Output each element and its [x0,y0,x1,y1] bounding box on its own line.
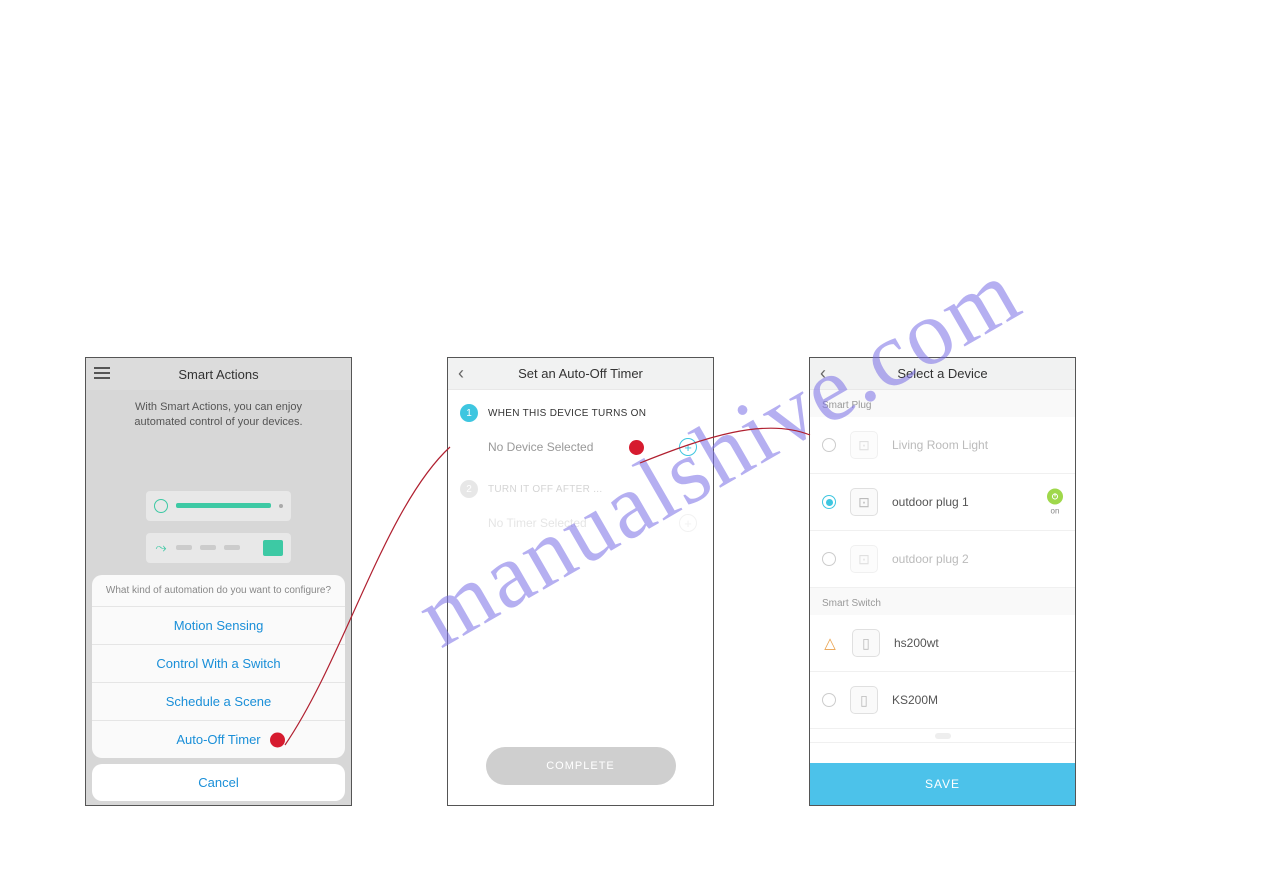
device-row-hs200wt[interactable]: △ ▯ hs200wt [810,615,1075,672]
device-row-outdoor-plug-1[interactable]: ⊡ outdoor plug 1 on [810,474,1075,531]
back-icon[interactable]: ‹ [458,363,464,384]
no-timer-text: No Timer Selected [488,516,587,530]
add-icon: + [679,514,697,532]
section-smart-plug: Smart Plug [810,390,1075,417]
menu-icon[interactable] [94,367,110,379]
option-schedule-scene[interactable]: Schedule a Scene [92,683,345,721]
illustration-bar [224,545,240,550]
illustration-block [263,540,283,556]
screen-select-device: ‹ Select a Device Smart Plug ⊡ Living Ro… [809,357,1076,806]
motion-icon: ⤳ [154,541,168,555]
radio-unchecked[interactable] [822,552,836,566]
header-bar: ‹ Set an Auto-Off Timer [448,358,713,390]
step-2: 2 TURN IT OFF AFTER ... No Timer Selecte… [448,466,713,542]
highlight-dot [629,440,644,455]
device-row-ks200m[interactable]: ▯ KS200M [810,672,1075,729]
timer-selector-row: No Timer Selected + [488,508,701,542]
plug-icon: ⊡ [850,431,878,459]
bulb-icon [154,499,168,513]
power-icon [1047,489,1063,505]
option-motion-sensing[interactable]: Motion Sensing [92,607,345,645]
save-button[interactable]: SAVE [810,763,1075,805]
step-number-badge: 2 [460,480,478,498]
illustration-dot [279,504,283,508]
sheet-prompt: What kind of automation do you want to c… [92,575,345,607]
status-label: on [1047,507,1063,516]
device-row-living-room-light[interactable]: ⊡ Living Room Light [810,417,1075,474]
option-auto-off-timer[interactable]: Auto-Off Timer [92,721,345,758]
page-title: Select a Device [897,366,987,381]
header-bar: ‹ Select a Device [810,358,1075,390]
radio-unchecked[interactable] [822,693,836,707]
device-name: outdoor plug 1 [892,495,969,509]
plug-icon: ⊡ [850,545,878,573]
add-icon[interactable]: + [679,438,697,456]
status-on-indicator: on [1047,489,1063,516]
header-bar: Smart Actions [86,358,351,390]
section-smart-switch: Smart Switch [810,588,1075,615]
device-name: KS200M [892,693,938,707]
radio-unchecked[interactable] [822,438,836,452]
back-icon[interactable]: ‹ [820,363,826,384]
switch-icon: ▯ [850,686,878,714]
device-name: hs200wt [894,636,939,650]
device-name: Living Room Light [892,438,988,452]
step-label: WHEN THIS DEVICE TURNS ON [488,408,646,419]
page-title: Smart Actions [178,367,258,382]
complete-button[interactable]: COMPLETE [486,747,676,785]
device-row-partial [810,729,1075,743]
radio-checked[interactable] [822,495,836,509]
switch-icon [935,733,951,739]
option-label: Auto-Off Timer [176,732,260,747]
illustration: ⤳ [146,491,291,563]
no-device-text: No Device Selected [488,440,593,454]
switch-icon: ▯ [852,629,880,657]
page-title: Set an Auto-Off Timer [518,366,643,381]
device-selector-row[interactable]: No Device Selected + [488,432,701,466]
warning-icon: △ [822,635,838,651]
plug-icon: ⊡ [850,488,878,516]
action-sheet: What kind of automation do you want to c… [86,569,351,805]
screen-smart-actions: Smart Actions With Smart Actions, you ca… [85,357,352,806]
page-subtitle: With Smart Actions, you can enjoy automa… [86,390,351,431]
step-number-badge: 1 [460,404,478,422]
cancel-button[interactable]: Cancel [92,764,345,801]
step-label: TURN IT OFF AFTER ... [488,484,602,495]
option-control-with-switch[interactable]: Control With a Switch [92,645,345,683]
illustration-bar [176,545,192,550]
screen-auto-off-timer: ‹ Set an Auto-Off Timer 1 WHEN THIS DEVI… [447,357,714,806]
highlight-dot [270,732,285,747]
illustration-bar [200,545,216,550]
device-row-outdoor-plug-2[interactable]: ⊡ outdoor plug 2 [810,531,1075,588]
device-name: outdoor plug 2 [892,552,969,566]
step-1: 1 WHEN THIS DEVICE TURNS ON No Device Se… [448,390,713,466]
illustration-bar [176,503,271,508]
